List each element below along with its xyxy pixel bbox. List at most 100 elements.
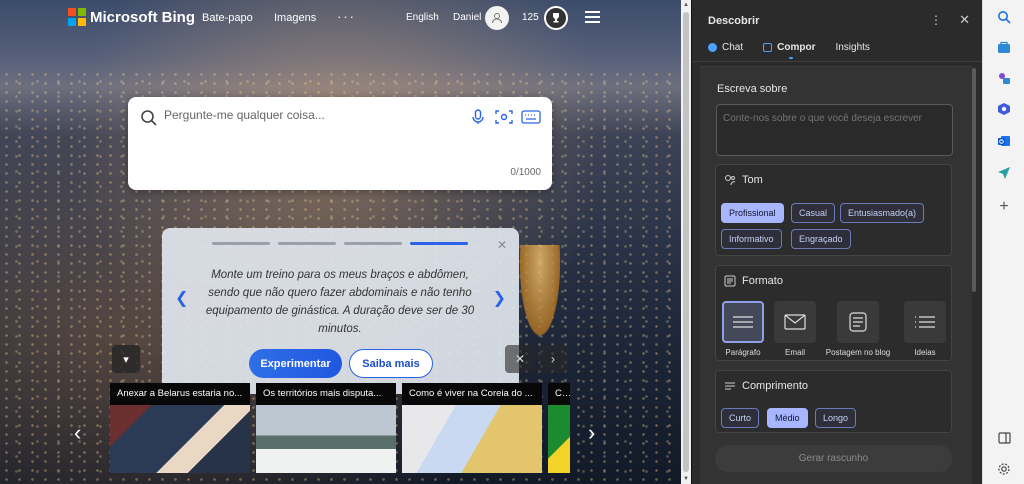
learn-more-button[interactable]: Saiba mais bbox=[349, 349, 433, 378]
topic-textarea[interactable] bbox=[716, 104, 953, 156]
suggestion-text: Monte um treino para os meus braços e ab… bbox=[205, 269, 475, 335]
nav-images[interactable]: Imagens bbox=[274, 12, 316, 24]
prompt-suggestion-card: ✕ ❮ Monte um treino para os meus braços … bbox=[162, 228, 519, 394]
nav-chat[interactable]: Bate-papo bbox=[202, 12, 253, 24]
format-option-ideas[interactable]: Ideias bbox=[902, 301, 948, 357]
user-name[interactable]: Daniel bbox=[453, 12, 481, 23]
panel-scrollbar[interactable] bbox=[972, 68, 976, 292]
outlook-icon[interactable] bbox=[996, 133, 1012, 149]
scroll-down-icon[interactable]: ▼ bbox=[683, 476, 689, 482]
chevron-left-icon[interactable]: ❮ bbox=[175, 288, 188, 308]
news-image bbox=[402, 405, 542, 473]
bing-header: Microsoft Bing Bate-papo Imagens ··· Eng… bbox=[0, 0, 681, 36]
tools-icon[interactable] bbox=[996, 70, 1012, 86]
page-scrollbar[interactable]: ▲ ▼ bbox=[681, 0, 691, 484]
news-image bbox=[256, 405, 396, 473]
tab-chat[interactable]: Chat bbox=[708, 42, 743, 53]
chevron-left-icon[interactable]: ‹ bbox=[74, 420, 81, 446]
carousel-dot[interactable] bbox=[278, 242, 336, 245]
tab-label: Insights bbox=[835, 42, 870, 53]
search-icon bbox=[141, 110, 157, 126]
microsoft-logo-icon bbox=[68, 8, 86, 26]
more-options-icon[interactable]: ⋮ bbox=[930, 13, 942, 27]
menu-icon[interactable] bbox=[585, 11, 600, 23]
format-icon bbox=[724, 275, 736, 287]
news-prev-button[interactable]: ✕ bbox=[505, 345, 535, 373]
shopping-icon[interactable] bbox=[996, 39, 1012, 55]
close-icon[interactable]: ✕ bbox=[497, 238, 507, 252]
news-next-button[interactable]: › bbox=[538, 345, 568, 373]
tone-option-casual[interactable]: Casual bbox=[791, 203, 836, 223]
tone-option-informativo[interactable]: Informativo bbox=[721, 229, 782, 249]
length-title: Comprimento bbox=[724, 380, 808, 392]
language-link[interactable]: English bbox=[406, 12, 439, 23]
settings-gear-icon[interactable] bbox=[996, 461, 1012, 477]
news-title: Anexar a Belarus estaria no... bbox=[110, 383, 250, 405]
format-title: Formato bbox=[724, 275, 783, 287]
bing-homepage: Microsoft Bing Bate-papo Imagens ··· Eng… bbox=[0, 0, 681, 484]
news-image bbox=[548, 405, 570, 473]
news-card[interactable]: Como é viver na Coreia do ... bbox=[402, 383, 542, 473]
bing-logo[interactable]: Microsoft Bing bbox=[68, 8, 195, 26]
tone-option-engracado[interactable]: Engraçado bbox=[791, 229, 851, 249]
compose-form: Escreva sobre Tom Profissional Casual En… bbox=[700, 66, 972, 484]
length-icon bbox=[725, 382, 735, 390]
length-option-curto[interactable]: Curto bbox=[721, 408, 760, 428]
carousel-dot-active[interactable] bbox=[410, 242, 468, 245]
format-option-label: Ideias bbox=[914, 348, 936, 357]
search-box[interactable]: 0/1000 bbox=[128, 97, 552, 190]
chevron-right-icon[interactable]: ❯ bbox=[493, 288, 506, 308]
avatar[interactable] bbox=[485, 6, 509, 30]
search-input[interactable] bbox=[164, 108, 464, 122]
add-icon[interactable]: + bbox=[996, 198, 1012, 215]
length-option-medio[interactable]: Médio bbox=[767, 408, 808, 428]
trophy-icon[interactable] bbox=[544, 6, 568, 30]
tab-label: Chat bbox=[722, 42, 744, 53]
news-image bbox=[110, 405, 250, 473]
tone-title: Tom bbox=[724, 174, 763, 186]
news-title: Cer bbox=[548, 383, 570, 405]
split-view-icon[interactable] bbox=[996, 430, 1012, 446]
length-option-longo[interactable]: Longo bbox=[815, 408, 857, 428]
format-option-paragraph[interactable]: Parágrafo bbox=[720, 301, 766, 357]
microphone-icon[interactable] bbox=[468, 107, 488, 127]
tone-option-profissional[interactable]: Profissional bbox=[721, 203, 784, 223]
tab-compose[interactable]: Compor bbox=[763, 42, 815, 59]
news-title: Como é viver na Coreia do ... bbox=[402, 383, 542, 405]
format-section: Formato Parágrafo Email Postagem no blog… bbox=[715, 265, 952, 361]
search-icon[interactable] bbox=[996, 9, 1012, 25]
tab-insights[interactable]: Insights bbox=[835, 42, 869, 53]
news-card[interactable]: Os territórios mais disputa... bbox=[256, 383, 396, 473]
news-card[interactable]: Anexar a Belarus estaria no... bbox=[110, 383, 250, 473]
format-option-label: Postagem no blog bbox=[825, 348, 891, 357]
discover-panel: Descobrir ⋮ ✕ Chat Compor Insights Escre… bbox=[691, 0, 982, 484]
scroll-up-icon[interactable]: ▲ bbox=[683, 2, 689, 8]
close-icon[interactable]: ✕ bbox=[959, 12, 970, 28]
format-option-email[interactable]: Email bbox=[772, 301, 818, 357]
office-icon[interactable] bbox=[996, 101, 1012, 117]
chevron-right-icon[interactable]: › bbox=[588, 420, 595, 446]
generate-draft-button[interactable]: Gerar rascunho bbox=[715, 445, 952, 472]
character-counter: 0/1000 bbox=[510, 167, 541, 178]
user-icon bbox=[492, 13, 502, 24]
write-about-label: Escreva sobre bbox=[717, 83, 788, 95]
carousel-indicator bbox=[212, 242, 468, 245]
scrollbar-thumb[interactable] bbox=[683, 12, 689, 472]
nav-more[interactable]: ··· bbox=[337, 9, 356, 24]
tone-option-entusiasmado[interactable]: Entusiasmado(a) bbox=[840, 203, 925, 223]
chevron-down-icon[interactable]: ▾ bbox=[112, 345, 140, 373]
carousel-dot[interactable] bbox=[344, 242, 402, 245]
length-section: Comprimento Curto Médio Longo bbox=[715, 370, 952, 433]
ideas-list-icon bbox=[904, 301, 946, 343]
rewards-points[interactable]: 125 bbox=[522, 12, 539, 23]
keyboard-icon[interactable] bbox=[521, 107, 541, 127]
panel-tabs: Chat Compor Insights bbox=[708, 42, 870, 59]
send-icon[interactable] bbox=[996, 165, 1012, 181]
compose-icon bbox=[763, 43, 773, 52]
try-button[interactable]: Experimentar bbox=[249, 349, 342, 378]
news-card[interactable]: Cer bbox=[548, 383, 570, 473]
email-icon bbox=[774, 301, 816, 343]
carousel-dot[interactable] bbox=[212, 242, 270, 245]
format-option-blog[interactable]: Postagem no blog bbox=[820, 301, 896, 357]
visual-search-icon[interactable] bbox=[494, 107, 514, 127]
